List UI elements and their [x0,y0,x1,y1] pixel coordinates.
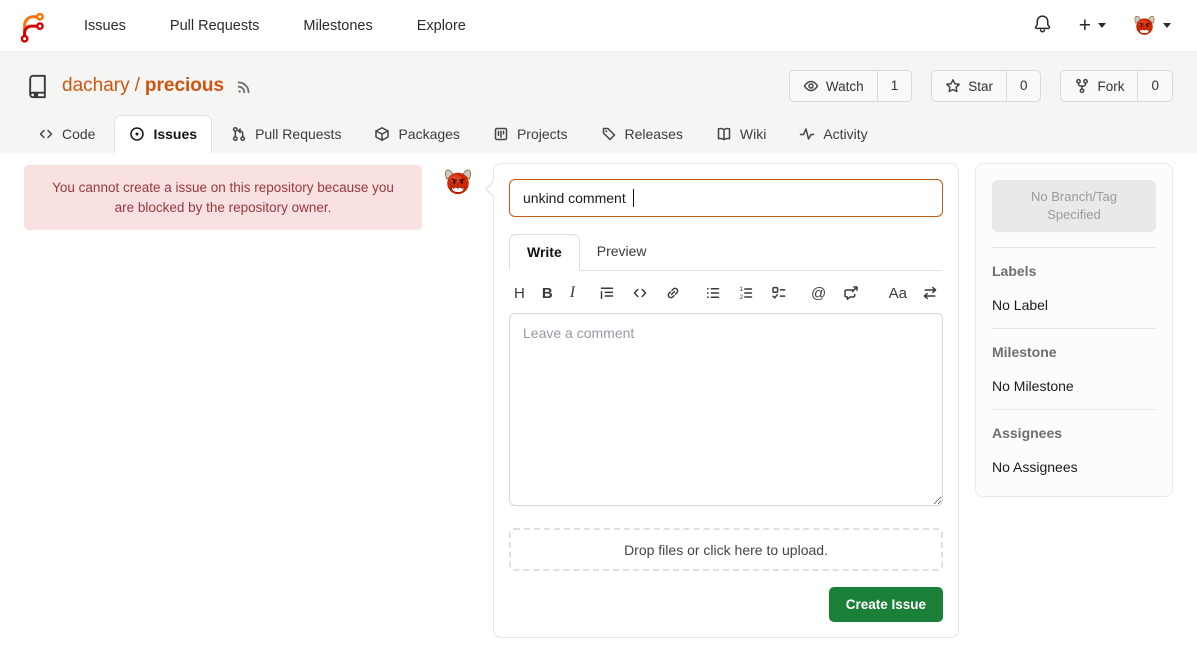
fork-icon [1074,78,1090,94]
git-pull-request-icon [231,126,247,142]
heading-icon[interactable]: H [514,286,525,301]
repo-header: dachary/precious Watch 1 [0,52,1197,153]
issue-author-avatar [443,167,473,197]
tab-preview[interactable]: Preview [580,234,664,270]
eye-icon [803,78,819,94]
tab-activity[interactable]: Activity [785,116,881,153]
tag-icon [601,126,617,142]
top-navbar: Issues Pull Requests Milestones Explore … [0,0,1197,52]
create-new-menu[interactable]: + [1079,15,1106,36]
watch-count[interactable]: 1 [877,71,912,101]
user-avatar [1133,14,1156,37]
tab-wiki[interactable]: Wiki [702,116,780,153]
mention-icon[interactable]: @ [811,286,826,301]
milestone-heading: Milestone [992,344,1156,360]
fork-label: Fork [1097,79,1124,94]
blocked-error-alert: You cannot create a issue on this reposi… [24,165,422,230]
svg-text:2: 2 [739,294,743,301]
comment-textarea[interactable] [509,313,943,506]
star-button[interactable]: Star 0 [931,70,1041,102]
code-icon[interactable] [632,285,648,301]
star-icon [945,78,961,94]
tab-label: Projects [517,126,568,142]
divider [992,247,1156,248]
milestone-value: No Milestone [992,378,1156,394]
tab-label: Wiki [740,126,766,142]
divider [992,409,1156,410]
dropzone-label: Drop files or click here to upload. [624,542,828,558]
repo-name-link[interactable]: precious [145,75,224,96]
tab-packages[interactable]: Packages [360,116,473,153]
package-icon [374,126,390,142]
create-issue-button[interactable]: Create Issue [829,587,943,622]
tab-projects[interactable]: Projects [479,116,582,153]
labels-heading: Labels [992,263,1156,279]
quote-icon[interactable] [599,285,615,301]
assignees-heading: Assignees [992,425,1156,441]
plus-icon: + [1079,15,1091,36]
tab-write[interactable]: Write [509,234,580,271]
svg-text:1: 1 [739,286,743,293]
issue-opened-icon [129,126,145,142]
cross-reference-icon[interactable] [843,285,859,301]
labels-value: No Label [992,297,1156,313]
chevron-down-icon [1098,23,1106,28]
tab-label: Code [62,126,95,142]
ordered-list-icon[interactable]: 1 2 [738,285,754,301]
fork-button[interactable]: Fork 0 [1060,70,1173,102]
nav-links: Issues Pull Requests Milestones Explore [84,18,466,34]
repo-breadcrumb: dachary/precious [62,75,224,97]
rss-icon[interactable] [236,78,253,95]
task-list-icon[interactable] [771,285,787,301]
switch-editor-icon[interactable] [922,285,938,301]
italic-icon[interactable]: I [570,285,575,301]
notifications-bell-icon[interactable] [1033,14,1052,38]
nav-link-explore[interactable]: Explore [417,18,466,34]
assignees-value: No Assignees [992,459,1156,475]
user-menu[interactable] [1133,14,1171,37]
nav-link-issues[interactable]: Issues [84,18,126,34]
divider [992,328,1156,329]
nav-link-pull-requests[interactable]: Pull Requests [170,18,259,34]
bold-icon[interactable]: B [542,286,553,301]
pulse-icon [799,126,815,142]
nav-link-milestones[interactable]: Milestones [303,18,372,34]
tab-label: Activity [823,126,867,142]
tab-pull-requests[interactable]: Pull Requests [217,116,355,153]
font-size-icon[interactable]: Aa [889,286,907,301]
main-content: You cannot create a issue on this reposi… [0,153,1197,665]
text-cursor [633,189,634,207]
repo-tabbar: Code Issues Pull Requests Packages [24,115,1173,153]
tab-code[interactable]: Code [24,116,109,153]
issue-title-input[interactable] [509,179,943,217]
editor-tabs: Write Preview [509,234,943,271]
star-label: Star [968,79,993,94]
project-icon [493,126,509,142]
unordered-list-icon[interactable] [705,285,721,301]
code-icon [38,126,54,142]
watch-button[interactable]: Watch 1 [789,70,912,102]
repo-owner-link[interactable]: dachary [62,75,130,96]
link-icon[interactable] [665,285,681,301]
watch-label: Watch [826,79,864,94]
forgejo-logo-icon[interactable] [14,9,48,43]
repo-icon [24,73,51,100]
issue-sidebar: No Branch/Tag Specified Labels No Label … [975,163,1173,497]
fork-count[interactable]: 0 [1137,71,1172,101]
file-dropzone[interactable]: Drop files or click here to upload. [509,528,943,571]
new-issue-form: Write Preview H B I [493,163,959,638]
tab-label: Releases [625,126,683,142]
book-icon [716,126,732,142]
branch-tag-button: No Branch/Tag Specified [992,180,1156,232]
star-count[interactable]: 0 [1006,71,1041,101]
tab-label: Packages [398,126,459,142]
tab-label: Issues [153,126,197,142]
markdown-toolbar: H B I [509,271,943,313]
tab-label: Pull Requests [255,126,341,142]
breadcrumb-separator: / [135,75,140,96]
tab-issues[interactable]: Issues [114,115,212,153]
chevron-down-icon [1163,23,1171,28]
tab-releases[interactable]: Releases [587,116,697,153]
